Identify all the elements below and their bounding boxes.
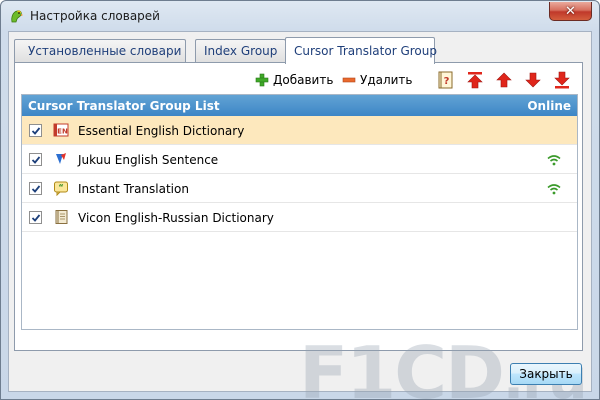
close-button-label: Закрыть [519,367,573,381]
item-label: Vicon English-Russian Dictionary [78,211,274,225]
parrot-app-icon [11,10,23,23]
list-header-title: Cursor Translator Group List [28,99,220,113]
close-icon: ✕ [565,3,576,19]
svg-text:“: “ [58,183,63,192]
dictionary-info-icon[interactable]: ? [436,70,456,90]
list-item[interactable]: Vicon English-Russian Dictionary [22,203,577,232]
item-checkbox[interactable] [29,124,42,137]
en-book-icon: EN [53,123,69,137]
close-button[interactable]: Закрыть [510,363,582,385]
delete-label: Удалить [360,73,413,87]
add-button[interactable]: Добавить [255,70,333,90]
dialog-client-area: Установленные словари Index Group Cursor… [8,31,592,400]
online-wifi-icon [547,184,561,195]
checkmark-icon [31,214,41,222]
item-checkbox[interactable] [29,153,42,166]
checkmark-icon [31,156,41,164]
title-bar[interactable]: Настройка словарей ✕ [1,1,599,31]
move-bottom-icon[interactable] [552,70,572,90]
minus-icon [342,77,356,83]
tab-index-group[interactable]: Index Group [195,39,286,62]
dialog-window: Настройка словарей ✕ Установленные слова… [0,0,600,400]
move-down-icon[interactable] [523,70,543,90]
item-label: Jukuu English Sentence [78,153,219,167]
jukuu-icon [56,153,66,164]
book-icon [55,210,68,224]
list-header-online: Online [527,99,571,113]
item-checkbox[interactable] [29,182,42,195]
quote-bubble-icon: “ [54,181,68,196]
online-wifi-icon [547,155,561,166]
list-item[interactable]: EN Essential English Dictionary [22,116,577,145]
add-label: Добавить [273,73,334,87]
item-label: Essential English Dictionary [78,124,245,138]
checkmark-icon [31,185,41,193]
plus-icon [255,73,269,87]
tab-cursor-translator-group[interactable]: Cursor Translator Group [285,37,437,64]
list-item[interactable]: “ Instant Translation [22,174,577,203]
tab-installed-dictionaries[interactable]: Установленные словари [14,39,186,62]
tab-label: Cursor Translator Group [294,44,437,58]
toolbar: Добавить Удалить ? [15,67,582,91]
move-top-icon[interactable] [465,70,485,90]
window-close-button[interactable]: ✕ [549,2,592,21]
svg-text:EN: EN [57,128,68,136]
dictionary-list: Cursor Translator Group List Online EN E… [21,94,578,330]
move-up-icon[interactable] [494,70,514,90]
list-header: Cursor Translator Group List Online [22,95,577,116]
checkmark-icon [31,127,41,135]
window-title: Настройка словарей [30,9,160,23]
delete-button[interactable]: Удалить [342,70,413,90]
item-checkbox[interactable] [29,211,42,224]
list-item[interactable]: Jukuu English Sentence [22,145,577,174]
tab-label: Index Group [204,44,278,58]
svg-text:?: ? [444,76,450,87]
tab-label: Установленные словари [28,44,182,58]
item-label: Instant Translation [78,182,189,196]
tab-panel: Добавить Удалить ? Cursor Translator Gro… [14,62,583,351]
